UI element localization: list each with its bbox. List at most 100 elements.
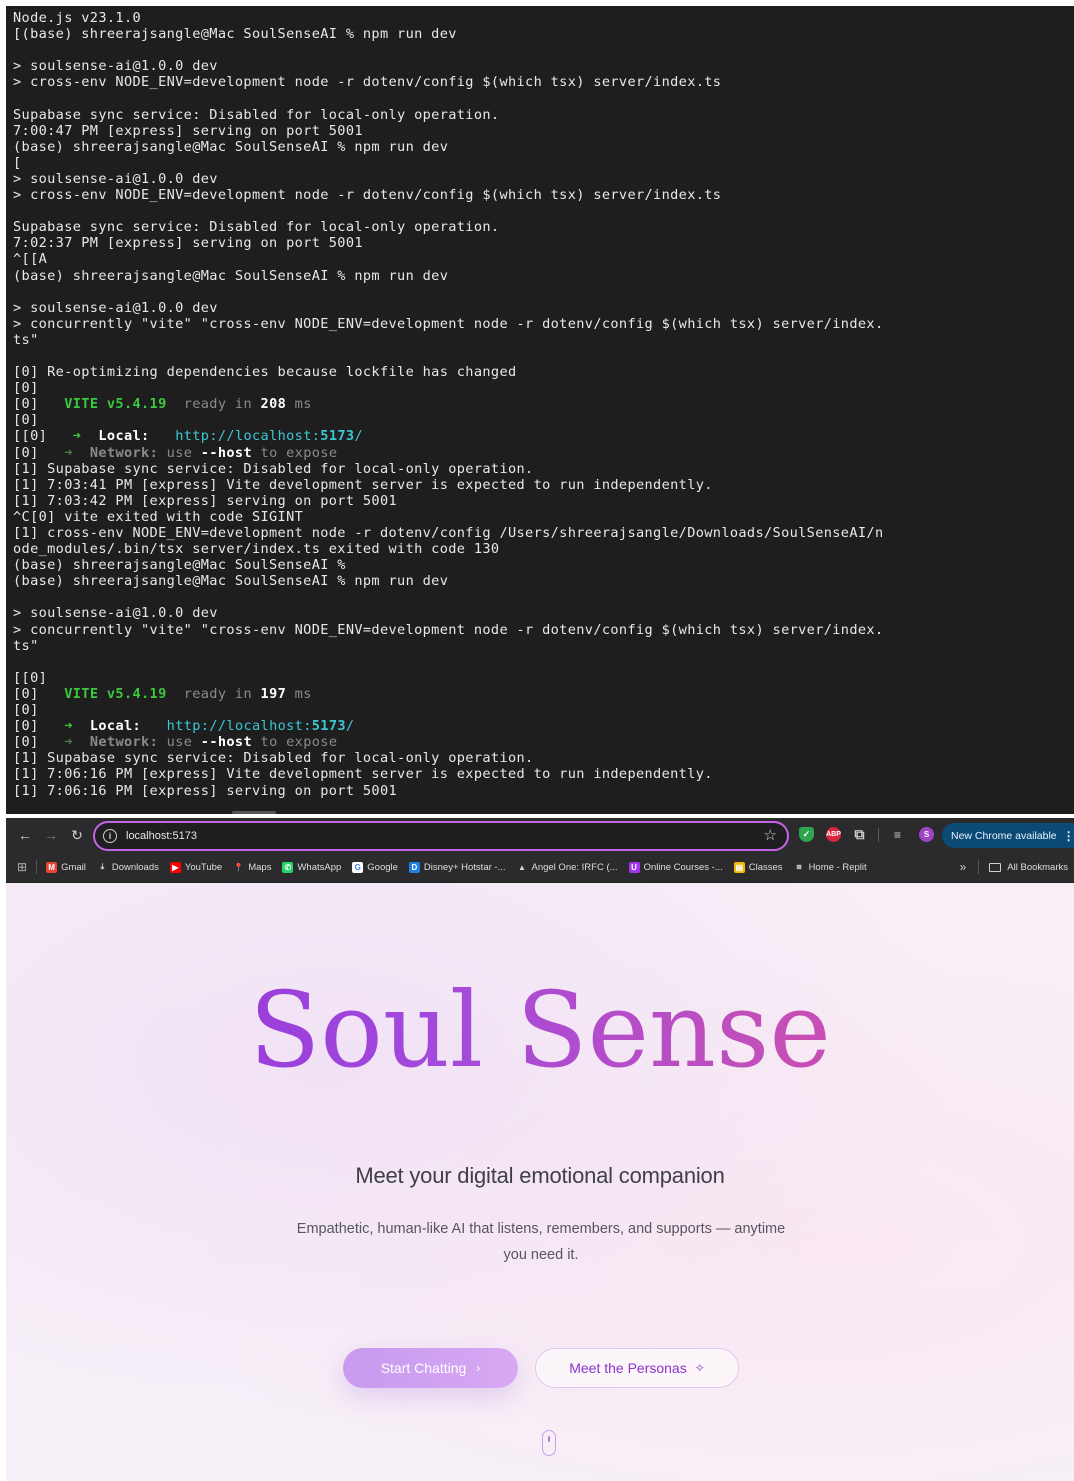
terminal-text: [1] 7:06:16 PM [express] Vite developmen… (13, 766, 713, 783)
terminal-text: [0] (13, 396, 65, 413)
terminal-text: Supabase sync service: Disabled for loca… (13, 106, 500, 123)
hero-subtitle: Meet your digital emotional companion (355, 1163, 725, 1188)
terminal-text: [0] (13, 718, 65, 735)
bookmark-label: Downloads (111, 861, 159, 873)
terminal-line: > soulsense-ai@1.0.0 dev (13, 171, 1074, 187)
adblock-extension-icon[interactable]: ABP (826, 827, 841, 842)
bookmark-classes[interactable]: ▤ Classes (733, 861, 783, 873)
site-info-icon[interactable]: i (103, 829, 117, 843)
browser-toolbar: ← → ↻ i localhost:5173 ☆ ✓ ABP ⧉ ≡ S New… (6, 818, 1074, 852)
profile-avatar[interactable]: S (919, 827, 934, 842)
terminal-text: ready in (166, 685, 261, 702)
bookmark-angel-one[interactable]: ▲ Angel One: IRFC (... (517, 862, 618, 873)
terminal-text: 7:00:47 PM [express] serving on port 500… (13, 122, 363, 139)
more-bookmarks-icon[interactable]: » (960, 860, 967, 874)
terminal-line: [0] Re-optimizing dependencies because l… (13, 364, 1074, 380)
terminal-text: (base) shreerajsangle@Mac SoulSenseAI % … (13, 138, 449, 155)
terminal-text: [1] 7:03:42 PM [express] serving on port… (13, 492, 398, 509)
terminal-text: [0] (13, 444, 65, 461)
back-arrow-icon[interactable]: ← (14, 824, 36, 846)
all-bookmarks-link[interactable]: All Bookmarks (1007, 862, 1068, 873)
terminal-line: [0] ➜ Network: use --host to expose (13, 734, 1074, 750)
media-queue-icon[interactable]: ≡ (890, 827, 905, 842)
apps-grid-icon[interactable]: ⊞ (17, 860, 27, 874)
download-icon: ⤓ (100, 862, 105, 871)
bookmark-gmail[interactable]: M Gmail (46, 861, 86, 873)
terminal-line: [0] VITE v5.4.19 ready in 208 ms (13, 396, 1074, 412)
terminal-text: [1] cross-env NODE_ENV=development node … (13, 525, 884, 541)
address-bar[interactable]: i localhost:5173 ☆ (93, 821, 789, 851)
terminal-text: > soulsense-ai@1.0.0 dev (13, 170, 218, 187)
bookmark-google[interactable]: G Google (352, 861, 398, 873)
terminal-line: > soulsense-ai@1.0.0 dev (13, 300, 1074, 316)
bookmark-label: Gmail (61, 861, 86, 873)
terminal-line: (base) shreerajsangle@Mac SoulSenseAI % (13, 557, 1074, 573)
terminal-line: (base) shreerajsangle@Mac SoulSenseAI % … (13, 573, 1074, 589)
bookmarks-divider (36, 860, 38, 874)
bookmark-maps-pin[interactable]: 📍 Maps (233, 861, 272, 873)
terminal-line: [0] ➜ Network: use --host to expose (13, 445, 1074, 461)
terminal-scroll-indicator[interactable] (232, 811, 276, 814)
soul-sense-landing-page: Soul Sense Meet your digital emotional c… (6, 883, 1074, 1481)
chevron-right-icon: › (476, 1361, 481, 1375)
terminal-line: ode_modules/.bin/tsx server/index.ts exi… (13, 541, 1074, 557)
terminal-line: [[0] ➜ Local: http://localhost:5173/ (13, 428, 1074, 444)
bookmark-download[interactable]: ⤓ Downloads (97, 862, 159, 873)
terminal-text: Network: (89, 444, 159, 461)
terminal-text: Local: (89, 718, 142, 735)
terminal-line: [0] (13, 380, 1074, 396)
terminal-text: 7:02:37 PM [express] serving on port 500… (13, 235, 363, 252)
bookmark-hotstar[interactable]: D Disney+ Hotstar -... (408, 861, 506, 873)
scroll-down-mouse-icon[interactable] (542, 1430, 556, 1456)
terminal-line: > soulsense-ai@1.0.0 dev (13, 605, 1074, 621)
bookmark-label: Online Courses -... (643, 861, 723, 873)
terminal-line: [0] (13, 702, 1074, 718)
reload-icon[interactable]: ↻ (66, 824, 88, 846)
terminal-line: (base) shreerajsangle@Mac SoulSenseAI % … (13, 139, 1074, 155)
meet-personas-button[interactable]: Meet the Personas ✧ (535, 1348, 739, 1388)
terminal-line: > soulsense-ai@1.0.0 dev (13, 58, 1074, 74)
terminal-text: [0] (13, 685, 65, 702)
terminal-text: (base) shreerajsangle@Mac SoulSenseAI % (13, 557, 346, 574)
terminal-line: [0] (13, 412, 1074, 428)
bookmark-courses[interactable]: U Online Courses -... (628, 861, 723, 873)
terminal-text: > concurrently "vite" "cross-env NODE_EN… (13, 315, 884, 332)
bookmark-replit[interactable]: ⧈ Home - Replit (794, 862, 867, 873)
bookmark-label: Maps (248, 861, 272, 873)
classes-icon: ▤ (733, 861, 745, 873)
bookmark-whatsapp[interactable]: ✆ WhatsApp (282, 861, 341, 873)
terminal-text: ➜ (64, 734, 73, 751)
bookmarks-right: » All Bookmarks (960, 852, 1068, 882)
terminal-text: > soulsense-ai@1.0.0 dev (13, 299, 218, 316)
terminal-text: 5173 (311, 718, 346, 735)
terminal-text: [(base) shreerajsangle@Mac SoulSenseAI %… (13, 26, 457, 43)
terminal-line: [1] 7:06:16 PM [express] serving on port… (13, 783, 1074, 799)
forward-arrow-icon[interactable]: → (40, 824, 62, 846)
terminal-line: 7:02:37 PM [express] serving on port 500… (13, 235, 1074, 251)
terminal-text: [1] 7:06:16 PM [express] serving on port… (13, 782, 398, 799)
terminal-text: ms (286, 396, 312, 413)
start-chatting-button[interactable]: Start Chatting › (343, 1348, 518, 1388)
terminal-output: Node.js v23.1.0 [(base) shreerajsangle@Ma… (13, 10, 1074, 799)
terminal-window[interactable]: Node.js v23.1.0 [(base) shreerajsangle@Ma… (6, 6, 1074, 814)
bookmark-star-icon[interactable]: ☆ (764, 826, 777, 844)
terminal-text: [0] Re-optimizing dependencies because l… (13, 364, 517, 381)
terminal-text: Network: (89, 734, 159, 751)
terminal-line: Supabase sync service: Disabled for loca… (13, 107, 1074, 123)
terminal-text: [0] (13, 702, 39, 719)
bookmark-youtube[interactable]: ▶ YouTube (169, 861, 222, 873)
extensions-puzzle-icon[interactable]: ⧉ (852, 826, 867, 842)
terminal-text: to expose (252, 734, 338, 751)
terminal-text: ts" (13, 331, 39, 348)
terminal-text: Supabase sync service: Disabled for loca… (13, 219, 500, 236)
shield-extension-icon[interactable]: ✓ (799, 827, 814, 842)
terminal-text: > cross-env NODE_ENV=development node -r… (13, 187, 722, 204)
hotstar-icon: D (408, 861, 420, 873)
terminal-line: [(base) shreerajsangle@Mac SoulSenseAI %… (13, 26, 1074, 42)
terminal-line: ts" (13, 332, 1074, 348)
new-chrome-available-button[interactable]: New Chrome available ⋮ (942, 823, 1074, 848)
